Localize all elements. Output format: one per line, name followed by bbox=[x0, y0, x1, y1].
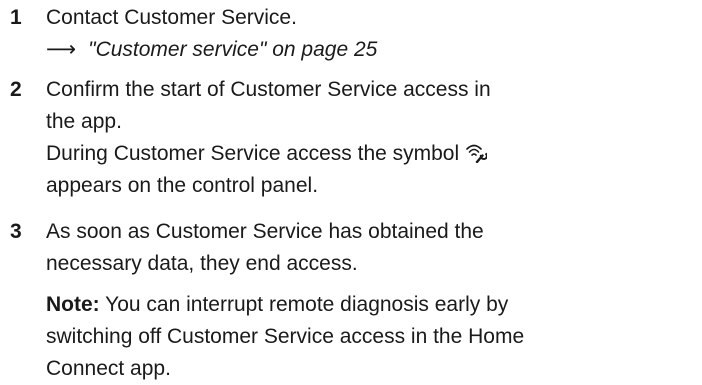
cross-reference-link[interactable]: ⟶ "Customer service" on page 25 bbox=[46, 34, 696, 66]
step-content: Confirm the start of Customer Service ac… bbox=[46, 74, 696, 202]
step-text: necessary data, they end access. bbox=[46, 252, 358, 275]
step-number: 1 bbox=[10, 6, 22, 29]
step-text: the app. bbox=[46, 110, 122, 133]
step-content: As soon as Customer Service has obtained… bbox=[46, 216, 696, 385]
step-info-line: During Customer Service access the symbo… bbox=[46, 138, 696, 170]
note-line: Note: You can interrupt remote diagnosis… bbox=[46, 289, 696, 321]
cross-reference-text[interactable]: "Customer service" on page 25 bbox=[88, 38, 377, 61]
step-number: 3 bbox=[10, 220, 22, 243]
note-block: Note: You can interrupt remote diagnosis… bbox=[46, 289, 696, 385]
step-number: 2 bbox=[10, 78, 22, 101]
step-text: As soon as Customer Service has obtained… bbox=[46, 220, 484, 243]
arrow-right-icon: ⟶ bbox=[46, 38, 77, 61]
note-text: switching off Customer Service access in… bbox=[46, 325, 525, 348]
note-text: Connect app. bbox=[46, 357, 171, 380]
remote-service-icon bbox=[465, 141, 488, 164]
step-text: Confirm the start of Customer Service ac… bbox=[46, 78, 491, 101]
step-text: Contact Customer Service. bbox=[46, 6, 297, 29]
step-content: Contact Customer Service. ⟶ "Customer ser… bbox=[46, 2, 696, 66]
step-info-text: appears on the control panel. bbox=[46, 174, 319, 197]
note-label: Note: bbox=[46, 293, 100, 316]
step-info-text: During Customer Service access the symbo… bbox=[46, 142, 460, 165]
note-text: You can interrupt remote diagnosis early… bbox=[105, 293, 509, 316]
